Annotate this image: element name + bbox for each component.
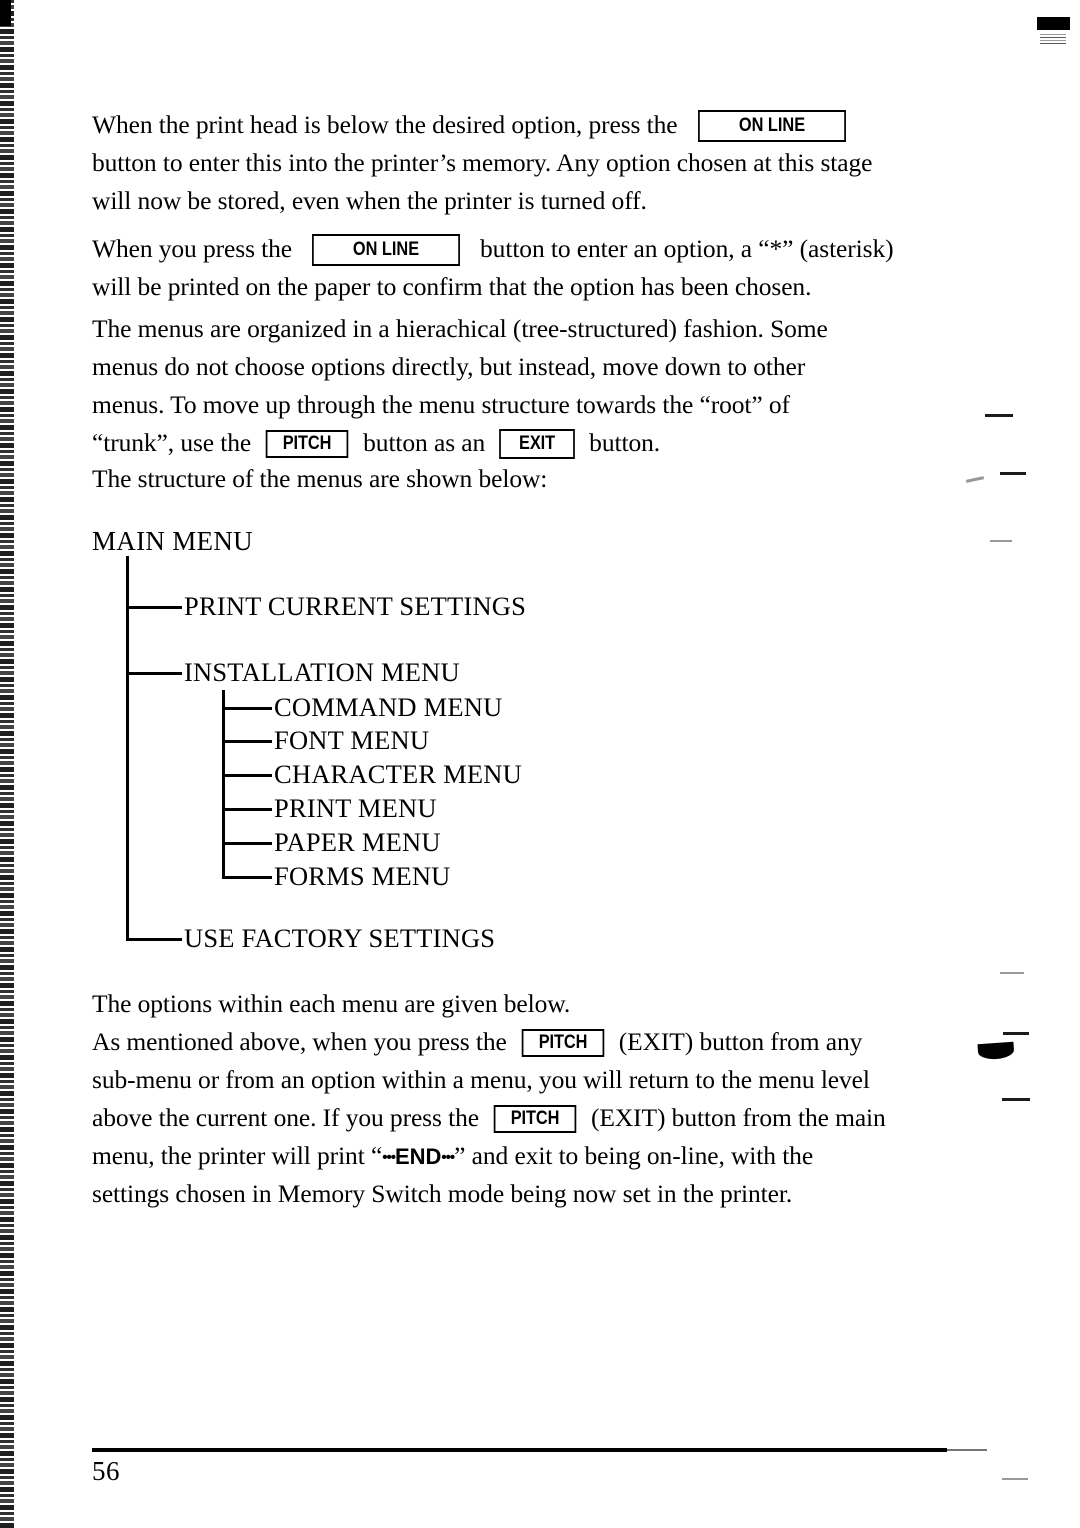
tree-trunk-level2 <box>222 690 225 876</box>
tree-node-paper-menu: PAPER MENU <box>274 827 441 857</box>
paragraph-line: settings chosen in Memory Switch mode be… <box>92 1179 793 1208</box>
tree-node-character-menu: CHARACTER MENU <box>274 759 522 789</box>
tree-branch-line <box>126 606 182 609</box>
scanned-manual-page: When the print head is below the desired… <box>0 0 1080 1528</box>
tree-trunk-level1 <box>126 556 129 940</box>
tree-node-font-menu: FONT MENU <box>274 725 430 755</box>
tree-node-command-menu: COMMAND MENU <box>274 692 503 722</box>
paragraph-line: sub-menu or from an option within a menu… <box>92 1065 870 1094</box>
footer-rule-tail <box>947 1449 987 1451</box>
tree-node-forms-menu: FORMS MENU <box>274 861 451 891</box>
paragraph-text: (EXIT) button from the main <box>590 1103 886 1132</box>
tree-node-print-current-settings: PRINT CURRENT SETTINGS <box>184 591 527 621</box>
end-marker-text: END <box>394 1144 442 1169</box>
paragraph-text: As mentioned above, when you press the <box>92 1027 507 1056</box>
pitch-key-button[interactable]: PITCH <box>521 1029 605 1057</box>
tree-branch-line <box>222 774 272 777</box>
footer-rule <box>92 1448 947 1452</box>
tree-node-installation-menu: INSTALLATION MENU <box>184 657 460 687</box>
paragraph-line: As mentioned above, when you press the PI… <box>92 1023 886 1061</box>
paragraph-exit-behavior: The options within each menu are given b… <box>92 985 886 1213</box>
tree-node-main-menu: MAIN MENU <box>92 526 253 556</box>
pitch-key-button[interactable]: PITCH <box>493 1105 577 1133</box>
paragraph-text: menu, the printer will print “ <box>92 1141 383 1170</box>
end-marker-dots-left: ••• <box>382 1149 396 1166</box>
tree-branch-line <box>126 938 182 941</box>
tree-branch-line <box>222 876 272 879</box>
end-marker-dots-right: ••• <box>441 1149 455 1166</box>
paragraph-text: above the current one. If you press the <box>92 1103 479 1132</box>
menu-structure-tree: MAIN MENU PRINT CURRENT SETTINGS INSTALL… <box>0 0 1080 1528</box>
paragraph-text: ” and exit to being on-line, with the <box>454 1141 814 1170</box>
tree-node-use-factory-settings: USE FACTORY SETTINGS <box>184 923 496 953</box>
paragraph-line: above the current one. If you press the P… <box>92 1099 886 1137</box>
tree-branch-line <box>222 707 272 710</box>
page-number: 56 <box>92 1456 120 1486</box>
tree-branch-line <box>222 740 272 743</box>
tree-branch-line <box>222 808 272 811</box>
paragraph-line: The options within each menu are given b… <box>92 989 571 1018</box>
tree-node-print-menu: PRINT MENU <box>274 793 437 823</box>
paragraph-line: menu, the printer will print “•••END•••”… <box>92 1137 886 1175</box>
paragraph-text: (EXIT) button from any <box>618 1027 863 1056</box>
tree-branch-line <box>222 842 272 845</box>
tree-branch-line <box>126 672 182 675</box>
